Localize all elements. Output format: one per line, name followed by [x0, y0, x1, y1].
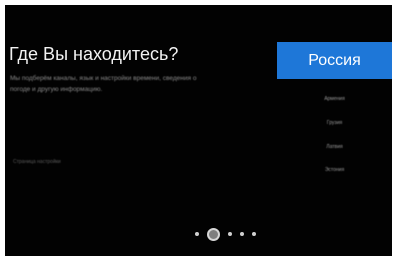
country-option[interactable]: Латвия — [277, 144, 392, 150]
country-option[interactable]: Эстония — [277, 167, 392, 173]
page-title: Где Вы находитесь? — [9, 44, 179, 64]
pager-dot — [252, 232, 256, 236]
pager-dot — [195, 232, 199, 236]
pager-dot-active — [207, 227, 220, 241]
tv-screen: Где Вы находитесь? Мы подберём каналы, я… — [5, 5, 392, 256]
country-option[interactable]: Армения — [277, 96, 392, 102]
country-option[interactable]: Грузия — [277, 120, 392, 126]
pager-dot — [240, 232, 244, 236]
pager-dot — [228, 232, 232, 236]
country-option-selected[interactable]: Россия — [277, 42, 392, 79]
setup-step-label: Страница настройки — [13, 159, 61, 165]
country-list: Россия Армения Грузия Латвия Эстония — [277, 5, 392, 256]
page-description: Мы подберём каналы, язык и настройки вре… — [10, 75, 197, 93]
step-pager — [195, 227, 256, 241]
